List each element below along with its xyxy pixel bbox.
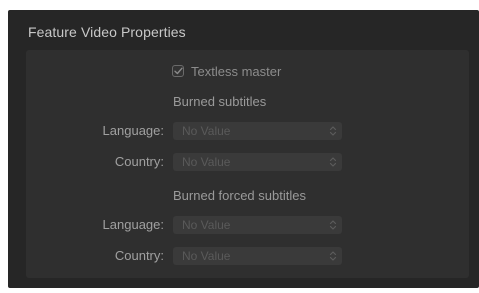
section-title: Feature Video Properties — [28, 24, 186, 40]
textless-master-checkbox[interactable] — [172, 65, 184, 77]
select-value: No Value — [182, 218, 231, 232]
burned-forced-subtitles-country-select[interactable]: No Value — [173, 247, 342, 265]
chevron-updown-icon — [327, 249, 339, 263]
textless-master-label: Textless master — [191, 63, 282, 79]
chevron-updown-icon — [327, 124, 339, 138]
textless-master-checkbox-row[interactable]: Textless master — [172, 62, 281, 80]
burned-forced-subtitles-language-label: Language: — [102, 217, 164, 232]
chevron-updown-icon — [327, 155, 339, 169]
select-value: No Value — [182, 249, 231, 263]
burned-subtitles-country-label: Country: — [114, 154, 164, 169]
burned-subtitles-language-select[interactable]: No Value — [173, 122, 342, 140]
select-value: No Value — [182, 155, 231, 169]
burned-forced-subtitles-language-select[interactable]: No Value — [173, 216, 342, 234]
burned-subtitles-title: Burned subtitles — [173, 94, 267, 109]
select-value: No Value — [182, 124, 231, 138]
burned-forced-subtitles-title: Burned forced subtitles — [173, 188, 306, 203]
burned-subtitles-country-select[interactable]: No Value — [173, 153, 342, 171]
burned-subtitles-language-label: Language: — [102, 123, 164, 138]
checkmark-icon — [173, 67, 183, 75]
burned-forced-subtitles-country-label: Country: — [114, 248, 164, 263]
chevron-updown-icon — [327, 218, 339, 232]
